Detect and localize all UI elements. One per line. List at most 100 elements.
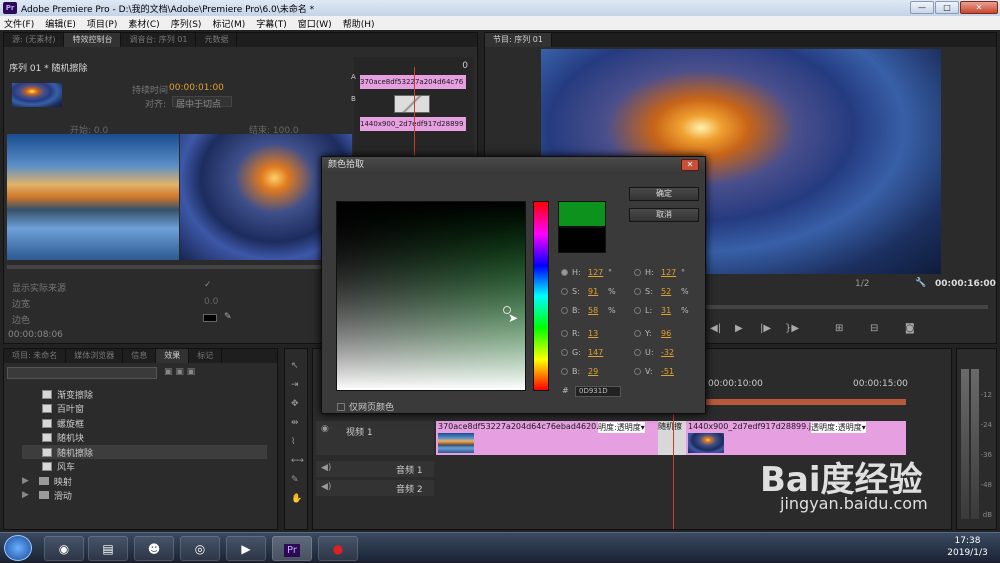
value-row-v[interactable]: V: -51: [634, 367, 681, 376]
list-item[interactable]: 螺旋框: [22, 416, 84, 430]
menu-marker[interactable]: 标记(M): [212, 17, 245, 30]
effects-search-input[interactable]: [7, 367, 157, 379]
clock-time[interactable]: 17:38: [940, 536, 995, 546]
web-colors-checkbox-row[interactable]: 仅网页颜色: [337, 400, 394, 413]
saturation-brightness-field[interactable]: ➤: [336, 201, 526, 391]
tab-markers[interactable]: 标记: [189, 349, 223, 363]
taskbar-app-icon[interactable]: ▶: [226, 536, 266, 561]
radio-u[interactable]: [634, 349, 641, 356]
clip-1[interactable]: 370ace8df53227a204d64c76ebad4620.jpg 明度:…: [436, 421, 671, 455]
value-row-b[interactable]: B: 58%: [561, 306, 616, 315]
radio-r[interactable]: [561, 330, 568, 337]
menu-sequence[interactable]: 序列(S): [171, 17, 202, 30]
web-colors-checkbox[interactable]: [337, 402, 345, 411]
speaker-icon[interactable]: ◀): [321, 463, 331, 473]
ok-button[interactable]: 确定: [629, 187, 699, 201]
clip-2-fx-select[interactable]: 透明度:透明度▾: [811, 422, 866, 433]
hue-slider[interactable]: [533, 201, 549, 391]
value-row-hsl-h[interactable]: H: 127 °: [634, 268, 685, 277]
play-icon[interactable]: ▶: [735, 323, 743, 334]
radio-hsl-h[interactable]: [634, 269, 641, 276]
value-row-r[interactable]: R: 13: [561, 329, 608, 338]
align-select[interactable]: 居中于切点: [172, 96, 232, 110]
radio-h[interactable]: [561, 269, 568, 276]
list-item[interactable]: ▶ 映射: [22, 474, 72, 488]
menu-project[interactable]: 项目(P): [87, 17, 117, 30]
taskbar-record-icon[interactable]: ●: [318, 536, 358, 561]
value-row-blue[interactable]: B: 29: [561, 367, 608, 376]
taskbar-premiere-icon[interactable]: Pr: [272, 536, 312, 561]
clock-date[interactable]: 2019/1/3: [940, 548, 995, 558]
tab-media-browser[interactable]: 媒体浏览器: [66, 349, 124, 363]
radio-v[interactable]: [634, 368, 641, 375]
step-forward-icon[interactable]: |▶: [760, 323, 771, 334]
menu-clip[interactable]: 素材(C): [128, 17, 159, 30]
border-color-swatch[interactable]: [203, 314, 217, 322]
taskbar-qq-icon[interactable]: ☻: [134, 536, 174, 561]
list-item[interactable]: 渐变擦除: [22, 387, 93, 401]
value-row-y[interactable]: Y: 96: [634, 329, 681, 338]
hex-input[interactable]: 0D931D: [575, 386, 621, 397]
taskbar-explorer-icon[interactable]: ▤: [88, 536, 128, 561]
tab-metadata[interactable]: 元数据: [196, 33, 238, 47]
export-frame-icon[interactable]: ◙: [905, 323, 915, 334]
lift-icon[interactable]: ⊞: [835, 323, 843, 334]
value-row-g[interactable]: G: 147: [561, 348, 608, 357]
list-item[interactable]: 风车: [22, 459, 75, 473]
speaker-icon[interactable]: ◀): [321, 482, 331, 492]
eyedropper-icon[interactable]: ✎: [224, 312, 232, 322]
checkmark-icon[interactable]: ✓: [204, 280, 212, 290]
mini-clip-a[interactable]: 370ace8df53227a204d64c76: [360, 75, 466, 89]
minimize-button[interactable]: —: [910, 1, 934, 14]
menu-file[interactable]: 文件(F): [4, 17, 34, 30]
clip-1-fx-select[interactable]: 明度:透明度▾: [598, 422, 645, 433]
radio-hsl-l[interactable]: [634, 307, 641, 314]
tab-effect-controls[interactable]: 特效控制台: [64, 33, 122, 47]
step-back-icon[interactable]: ◀|: [710, 323, 721, 334]
value-row-s[interactable]: S: 91%: [561, 287, 616, 296]
list-item[interactable]: 随机擦除: [22, 445, 267, 459]
duration-value[interactable]: 00:00:01:00: [169, 83, 224, 93]
radio-blue[interactable]: [561, 368, 568, 375]
transition-clip[interactable]: 随机擦: [658, 421, 686, 455]
list-item[interactable]: 百叶窗: [22, 401, 84, 415]
list-item[interactable]: ▶ 滑动: [22, 488, 72, 502]
wrench-icon[interactable]: 🔧: [915, 278, 926, 288]
menu-edit[interactable]: 编辑(E): [45, 17, 76, 30]
tab-project[interactable]: 项目: 未命名: [4, 349, 67, 363]
menu-title[interactable]: 字幕(T): [256, 17, 287, 30]
program-fraction[interactable]: 1/2: [855, 279, 869, 289]
work-area-bar[interactable]: [706, 399, 906, 405]
chevron-right-icon[interactable]: ▶: [22, 490, 29, 500]
taskbar-firefox-icon[interactable]: ◎: [180, 536, 220, 561]
chevron-right-icon[interactable]: ▶: [22, 476, 29, 486]
list-item[interactable]: 随机块: [22, 430, 84, 444]
radio-y[interactable]: [634, 330, 641, 337]
mini-clip-b[interactable]: 1440x900_2d7edf917d28899: [360, 117, 466, 131]
tab-info[interactable]: 信息: [123, 349, 157, 363]
dialog-close-button[interactable]: ✕: [681, 159, 699, 171]
tab-audio-mixer[interactable]: 调音台: 序列 01: [121, 33, 197, 47]
tab-program[interactable]: 节目: 序列 01: [485, 33, 552, 47]
mini-transition[interactable]: [394, 95, 430, 113]
radio-hsl-s[interactable]: [634, 288, 641, 295]
value-row-u[interactable]: U: -32: [634, 348, 681, 357]
border-width-value[interactable]: 0.0: [204, 297, 218, 307]
clip-2[interactable]: 1440x900_2d7edf917d28899.jpg 透明度:透明度▾: [686, 421, 906, 455]
eye-icon[interactable]: ◉: [321, 424, 329, 434]
radio-g[interactable]: [561, 349, 568, 356]
menu-window[interactable]: 窗口(W): [298, 17, 332, 30]
radio-s[interactable]: [561, 288, 568, 295]
tool-icons[interactable]: ↖ ⇥ ✥ ⇹ ⌇ ⟷ ✎ ✋: [291, 357, 304, 509]
value-row-hsl-s[interactable]: S: 52%: [634, 287, 689, 296]
preview-scrollbar[interactable]: [7, 265, 352, 269]
start-button[interactable]: [4, 535, 32, 561]
radio-b[interactable]: [561, 307, 568, 314]
new-bin-icon[interactable]: ▣ ▣ ▣: [164, 367, 195, 377]
cancel-button[interactable]: 取消: [629, 208, 699, 222]
menu-help[interactable]: 帮助(H): [343, 17, 375, 30]
close-button[interactable]: ✕: [960, 1, 998, 14]
value-row-hsl-l[interactable]: L: 31%: [634, 306, 689, 315]
tab-effects[interactable]: 效果: [156, 349, 190, 363]
value-row-h[interactable]: H: 127 °: [561, 268, 612, 277]
